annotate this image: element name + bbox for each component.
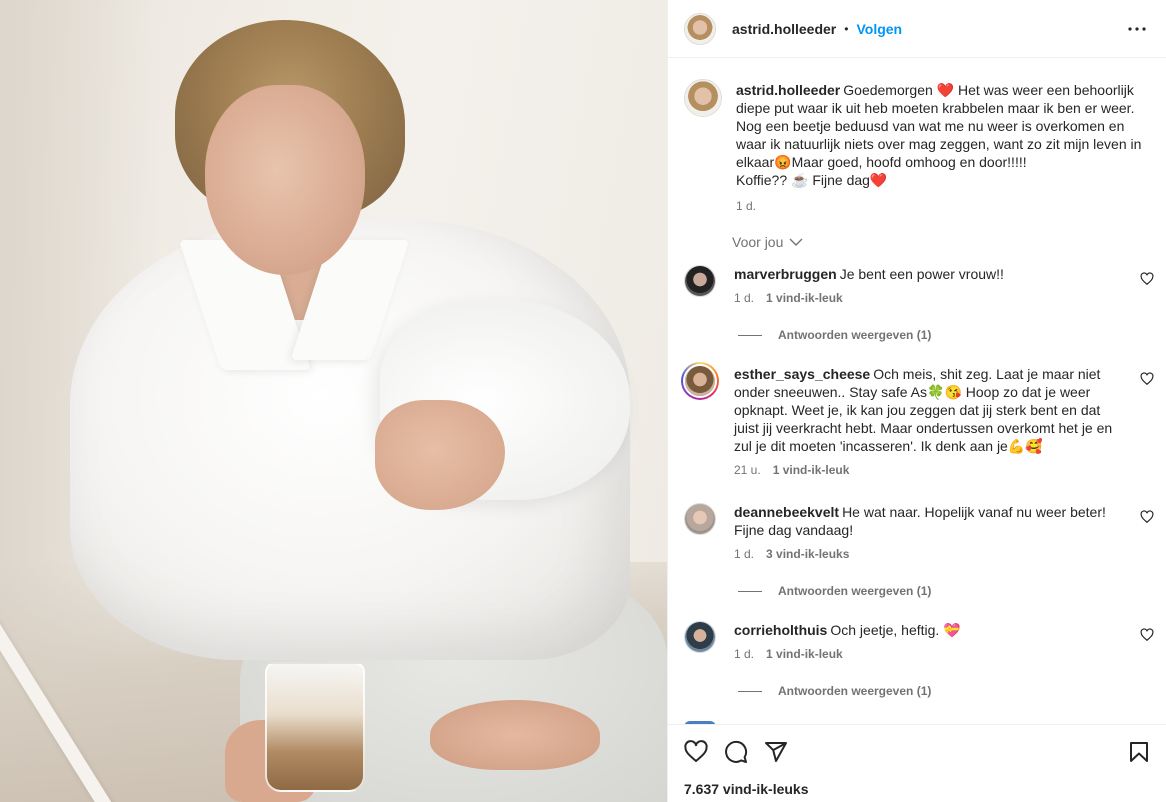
comment-time[interactable]: 1 d. <box>734 547 754 561</box>
caption-time[interactable]: 1 d. <box>736 199 756 213</box>
sort-label: Voor jou <box>732 234 784 250</box>
sort-dropdown[interactable]: Voor jou <box>732 234 803 250</box>
photo-foot <box>430 700 600 770</box>
comment-item: corrieholthuis Och jeetje, heftig. 💝 1 d.… <box>684 621 1154 661</box>
post-likes-count[interactable]: 7.637 vind-ik-leuks <box>684 781 809 797</box>
comment-text: Och jeetje, heftig. 💝 <box>830 622 961 638</box>
comment-time[interactable]: 21 u. <box>734 463 761 477</box>
post-actions: 7.637 vind-ik-leuks <box>668 724 1166 802</box>
view-replies-label: Antwoorden weergeven (1) <box>778 328 932 342</box>
comment-item: esther_says_cheese Och meis, shit zeg. La… <box>681 362 1154 477</box>
avatar[interactable] <box>684 621 716 653</box>
share-icon[interactable] <box>764 740 788 764</box>
comment-text: Je bent een power vrouw!! <box>839 266 1004 282</box>
view-replies-button[interactable]: Antwoorden weergeven (1) <box>738 584 931 598</box>
follow-button[interactable]: Volgen <box>856 21 902 37</box>
post-side-panel: astrid.holleeder • Volgen astrid.holleed… <box>667 0 1166 802</box>
post-photo[interactable] <box>0 0 667 802</box>
avatar[interactable] <box>684 503 716 535</box>
heart-icon[interactable] <box>1140 272 1154 286</box>
avatar[interactable] <box>684 265 716 297</box>
view-replies-button[interactable]: Antwoorden weergeven (1) <box>738 328 931 342</box>
comment-likes[interactable]: 1 vind-ik-leuk <box>766 291 843 305</box>
story-ring[interactable] <box>681 362 719 400</box>
view-replies-button[interactable]: Antwoorden weergeven (1) <box>738 684 931 698</box>
avatar[interactable] <box>683 364 717 398</box>
comment-time[interactable]: 1 d. <box>734 291 754 305</box>
heart-icon[interactable] <box>684 740 708 764</box>
comments-scroll-area[interactable]: astrid.holleeder Goedemorgen ❤️ Het was w… <box>668 59 1166 724</box>
comment-username[interactable]: marverbruggen <box>734 266 837 282</box>
photo-coffee-glass <box>265 662 365 792</box>
bookmark-icon[interactable] <box>1127 740 1151 764</box>
caption-text-line2: Koffie?? ☕ Fijne dag❤️ <box>736 172 888 188</box>
replies-divider <box>738 590 762 592</box>
photo-face <box>205 85 365 275</box>
post-caption: astrid.holleeder Goedemorgen ❤️ Het was w… <box>684 79 1154 213</box>
comment-likes[interactable]: 1 vind-ik-leuk <box>773 463 850 477</box>
view-replies-label: Antwoorden weergeven (1) <box>778 584 932 598</box>
comment-item: marverbruggen Je bent een power vrouw!! 1… <box>684 265 1154 305</box>
avatar[interactable] <box>684 12 716 45</box>
avatar[interactable] <box>684 79 722 117</box>
comment-likes[interactable]: 3 vind-ik-leuks <box>766 547 849 561</box>
comment-item: deannebeekvelt He wat naar. Hopelijk vana… <box>684 503 1154 561</box>
replies-divider <box>738 334 762 336</box>
post-header: astrid.holleeder • Volgen <box>668 0 1166 58</box>
heart-icon[interactable] <box>1140 510 1154 524</box>
more-options-icon[interactable] <box>1127 19 1147 39</box>
heart-icon[interactable] <box>1140 628 1154 642</box>
comment-likes[interactable]: 1 vind-ik-leuk <box>766 647 843 661</box>
replies-divider <box>738 690 762 692</box>
view-replies-label: Antwoorden weergeven (1) <box>778 684 932 698</box>
comment-username[interactable]: corrieholthuis <box>734 622 827 638</box>
comment-icon[interactable] <box>724 740 748 764</box>
header-username[interactable]: astrid.holleeder <box>732 21 836 37</box>
chevron-down-icon <box>789 234 803 250</box>
comment-time[interactable]: 1 d. <box>734 647 754 661</box>
caption-username[interactable]: astrid.holleeder <box>736 82 840 98</box>
comment-username[interactable]: deannebeekvelt <box>734 504 839 520</box>
heart-icon[interactable] <box>1140 372 1154 386</box>
comment-username[interactable]: esther_says_cheese <box>734 366 870 382</box>
header-separator: • <box>844 21 849 36</box>
